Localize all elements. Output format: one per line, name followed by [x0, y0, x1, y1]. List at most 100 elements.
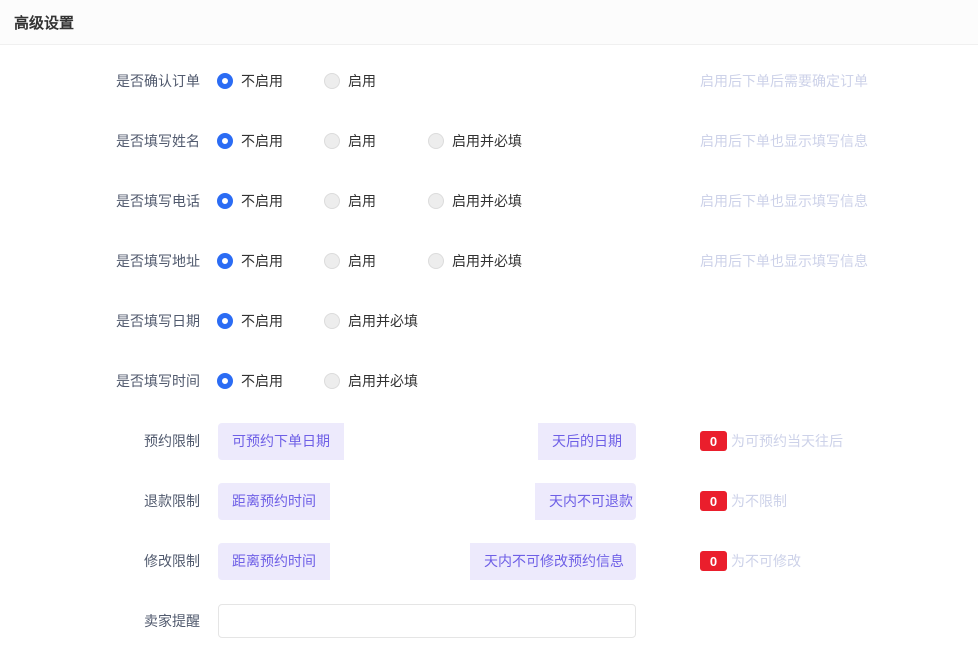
- radio-unselected-icon[interactable]: [324, 73, 340, 89]
- zero-badge: 0: [700, 431, 727, 451]
- radio-option-label[interactable]: 启用: [348, 71, 376, 91]
- radio-option-enabled[interactable]: 启用: [324, 191, 428, 211]
- refund-limit-input-group: 距离预约时间 天内不可退款: [218, 483, 636, 520]
- radio-option-disabled[interactable]: 不启用: [217, 371, 324, 391]
- booking-limit-days-input[interactable]: [344, 423, 538, 460]
- input-prefix: 可预约下单日期: [218, 423, 344, 460]
- row-hint: 启用后下单也显示填写信息: [700, 251, 868, 271]
- radio-option-label[interactable]: 启用: [348, 191, 376, 211]
- radio-group-fill-name: 不启用 启用 启用并必填: [217, 131, 522, 151]
- radio-option-label[interactable]: 启用: [348, 251, 376, 271]
- radio-option-enabled-required[interactable]: 启用并必填: [428, 191, 522, 211]
- radio-selected-icon[interactable]: [217, 313, 233, 329]
- row-label: 是否填写地址: [0, 251, 200, 271]
- row-fill-phone: 是否填写电话 不启用 启用 启用并必填 启用后下单也显示填写信息: [0, 171, 978, 231]
- row-label: 是否填写时间: [0, 371, 200, 391]
- radio-option-label[interactable]: 不启用: [241, 131, 283, 151]
- radio-option-disabled[interactable]: 不启用: [217, 191, 324, 211]
- badge-hint-text: 为可预约当天往后: [731, 431, 843, 451]
- radio-selected-icon[interactable]: [217, 133, 233, 149]
- row-fill-time: 是否填写时间 不启用 启用并必填: [0, 351, 978, 411]
- radio-option-label[interactable]: 不启用: [241, 371, 283, 391]
- radio-option-disabled[interactable]: 不启用: [217, 71, 324, 91]
- radio-option-enabled[interactable]: 启用: [324, 251, 428, 271]
- radio-option-enabled-required[interactable]: 启用并必填: [428, 251, 522, 271]
- radio-unselected-icon[interactable]: [428, 193, 444, 209]
- radio-option-label[interactable]: 不启用: [241, 191, 283, 211]
- radio-selected-icon[interactable]: [217, 373, 233, 389]
- row-fill-name: 是否填写姓名 不启用 启用 启用并必填 启用后下单也显示填写信息: [0, 111, 978, 171]
- seller-reminder-input[interactable]: [218, 604, 636, 638]
- row-refund-limit: 退款限制 距离预约时间 天内不可退款 0 为不限制: [0, 471, 978, 531]
- modify-limit-days-input[interactable]: [330, 543, 470, 580]
- booking-limit-input-group: 可预约下单日期 天后的日期: [218, 423, 636, 460]
- radio-option-disabled[interactable]: 不启用: [217, 311, 324, 331]
- radio-option-label[interactable]: 不启用: [241, 311, 283, 331]
- row-label: 退款限制: [0, 491, 200, 511]
- badge-hint-text: 为不可修改: [731, 551, 801, 571]
- input-suffix: 天内不可修改预约信息: [470, 543, 636, 580]
- radio-option-enabled[interactable]: 启用: [324, 131, 428, 151]
- badge-hint-text: 为不限制: [731, 491, 787, 511]
- radio-unselected-icon[interactable]: [428, 133, 444, 149]
- row-confirm-order: 是否确认订单 不启用 启用 启用后下单后需要确定订单: [0, 51, 978, 111]
- badge-hint: 0 为不可修改: [700, 551, 801, 571]
- input-prefix: 距离预约时间: [218, 483, 330, 520]
- input-suffix: 天内不可退款: [535, 483, 636, 520]
- row-modify-limit: 修改限制 距离预约时间 天内不可修改预约信息 0 为不可修改: [0, 531, 978, 591]
- radio-option-label[interactable]: 启用: [348, 131, 376, 151]
- row-label: 修改限制: [0, 551, 200, 571]
- radio-option-enabled-required[interactable]: 启用并必填: [324, 371, 418, 391]
- row-hint: 启用后下单也显示填写信息: [700, 131, 868, 151]
- radio-option-label[interactable]: 不启用: [241, 71, 283, 91]
- radio-group-fill-date: 不启用 启用并必填: [217, 311, 418, 331]
- zero-badge: 0: [700, 491, 727, 511]
- radio-unselected-icon[interactable]: [324, 133, 340, 149]
- input-prefix: 距离预约时间: [218, 543, 330, 580]
- radio-unselected-icon[interactable]: [324, 313, 340, 329]
- panel-header: 高级设置: [0, 0, 978, 45]
- row-label: 卖家提醒: [0, 611, 200, 631]
- row-label: 是否填写电话: [0, 191, 200, 211]
- radio-selected-icon[interactable]: [217, 193, 233, 209]
- radio-option-enabled-required[interactable]: 启用并必填: [428, 131, 522, 151]
- refund-limit-days-input[interactable]: [330, 483, 535, 520]
- radio-unselected-icon[interactable]: [324, 373, 340, 389]
- row-hint: 启用后下单后需要确定订单: [700, 71, 868, 91]
- page-title: 高级设置: [14, 12, 74, 33]
- row-label: 预约限制: [0, 431, 200, 451]
- row-label: 是否填写姓名: [0, 131, 200, 151]
- radio-selected-icon[interactable]: [217, 73, 233, 89]
- input-suffix: 天后的日期: [538, 423, 636, 460]
- radio-option-label[interactable]: 启用并必填: [348, 371, 418, 391]
- row-fill-address: 是否填写地址 不启用 启用 启用并必填 启用后下单也显示填写信息: [0, 231, 978, 291]
- row-fill-date: 是否填写日期 不启用 启用并必填: [0, 291, 978, 351]
- row-label: 是否确认订单: [0, 71, 200, 91]
- radio-option-enabled-required[interactable]: 启用并必填: [324, 311, 418, 331]
- radio-unselected-icon[interactable]: [324, 253, 340, 269]
- radio-group-fill-phone: 不启用 启用 启用并必填: [217, 191, 522, 211]
- radio-selected-icon[interactable]: [217, 253, 233, 269]
- radio-unselected-icon[interactable]: [428, 253, 444, 269]
- radio-unselected-icon[interactable]: [324, 193, 340, 209]
- modify-limit-input-group: 距离预约时间 天内不可修改预约信息: [218, 543, 636, 580]
- radio-group-confirm-order: 不启用 启用: [217, 71, 376, 91]
- radio-option-label[interactable]: 启用并必填: [452, 131, 522, 151]
- row-seller-reminder: 卖家提醒: [0, 591, 978, 651]
- radio-option-disabled[interactable]: 不启用: [217, 251, 324, 271]
- badge-hint: 0 为不限制: [700, 491, 787, 511]
- advanced-settings-form: 是否确认订单 不启用 启用 启用后下单后需要确定订单 是否填写姓名 不启用 启用: [0, 45, 978, 651]
- radio-option-label[interactable]: 不启用: [241, 251, 283, 271]
- radio-option-disabled[interactable]: 不启用: [217, 131, 324, 151]
- badge-hint: 0 为可预约当天往后: [700, 431, 843, 451]
- zero-badge: 0: [700, 551, 727, 571]
- row-booking-limit: 预约限制 可预约下单日期 天后的日期 0 为可预约当天往后: [0, 411, 978, 471]
- radio-option-label[interactable]: 启用并必填: [348, 311, 418, 331]
- row-hint: 启用后下单也显示填写信息: [700, 191, 868, 211]
- radio-group-fill-address: 不启用 启用 启用并必填: [217, 251, 522, 271]
- radio-group-fill-time: 不启用 启用并必填: [217, 371, 418, 391]
- radio-option-label[interactable]: 启用并必填: [452, 191, 522, 211]
- radio-option-enabled[interactable]: 启用: [324, 71, 376, 91]
- radio-option-label[interactable]: 启用并必填: [452, 251, 522, 271]
- row-label: 是否填写日期: [0, 311, 200, 331]
